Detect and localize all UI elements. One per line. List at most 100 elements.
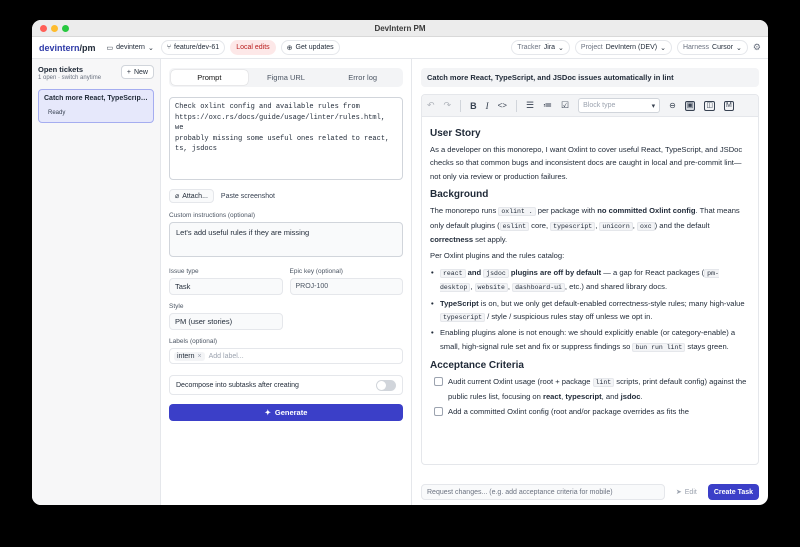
- bold-icon[interactable]: B: [470, 101, 477, 111]
- label-chip-text: intern: [177, 352, 195, 360]
- get-updates-label: Get updates: [295, 44, 334, 51]
- labels-placeholder: Add label...: [208, 352, 244, 360]
- chevron-down-icon: ▾: [651, 102, 656, 110]
- heading-user-story: User Story: [430, 128, 481, 139]
- gear-icon[interactable]: ⚙: [753, 42, 761, 53]
- paperclip-icon: ⌀: [175, 193, 180, 200]
- labels-label: Labels (optional): [169, 338, 218, 345]
- italic-icon[interactable]: I: [486, 101, 489, 111]
- ticket-title-field[interactable]: Catch more React, TypeScript, and JSDoc …: [421, 68, 759, 87]
- tab-prompt[interactable]: Prompt: [171, 70, 248, 85]
- edit-button[interactable]: ➤ Edit: [671, 488, 702, 497]
- checklist-icon[interactable]: ☑: [561, 100, 569, 111]
- link-icon[interactable]: ⊖: [669, 101, 676, 110]
- sparkle-icon: ✦: [264, 408, 271, 417]
- labels-input[interactable]: intern × Add label...: [169, 348, 403, 364]
- sidebar-subtitle: 1 open · switch anytime: [38, 75, 102, 81]
- block-type-placeholder: Block type: [583, 102, 616, 109]
- zoom-window-button[interactable]: [62, 25, 69, 32]
- background-list: react and jsdoc plugins are off by defau…: [430, 266, 750, 354]
- chevron-updown-icon: ⌄: [558, 44, 564, 52]
- checkbox[interactable]: [434, 377, 443, 387]
- code-icon[interactable]: <>: [498, 101, 507, 110]
- decompose-toggle[interactable]: [376, 379, 396, 391]
- list-item: react and jsdoc plugins are off by defau…: [430, 266, 750, 295]
- chevron-updown-icon: ⌄: [736, 44, 742, 52]
- harness-selector[interactable]: Harness Cursor ⌄: [676, 40, 748, 55]
- brand-logo: devintern/pm: [39, 43, 96, 53]
- edit-label: Edit: [684, 488, 697, 496]
- get-updates-button[interactable]: ⊕ Get updates: [280, 40, 340, 55]
- app-header: devintern/pm ▭ devintern ⌄ ⑂ feature/dev-61…: [32, 37, 768, 59]
- checklist-item: Add a committed Oxlint config (root and/…: [430, 405, 750, 418]
- create-task-button[interactable]: Create Task: [707, 484, 759, 500]
- window-controls: [40, 25, 69, 32]
- new-ticket-label: New: [133, 68, 148, 76]
- undo-icon[interactable]: ↶: [427, 100, 435, 111]
- style-select[interactable]: PM (user stories): [169, 313, 283, 330]
- paste-screenshot-button[interactable]: Paste screenshot: [221, 193, 275, 200]
- markdown-view-icon[interactable]: M: [724, 100, 734, 111]
- branch-name: feature/dev-61: [174, 44, 220, 51]
- brand-name: devintern: [39, 42, 80, 53]
- bullet-list-icon[interactable]: ☰: [526, 100, 534, 111]
- custom-instructions-field[interactable]: Let's add useful rules if they are missi…: [169, 222, 403, 257]
- split-view-icon[interactable]: ◫: [704, 100, 716, 111]
- local-edits-badge[interactable]: Local edits: [230, 40, 276, 55]
- heading-acceptance-criteria: Acceptance Criteria: [430, 360, 524, 372]
- project-selector[interactable]: Project DevIntern (DEV) ⌄: [574, 40, 672, 55]
- issue-type-select[interactable]: Task: [169, 278, 283, 295]
- generate-label: Generate: [274, 408, 308, 417]
- list-item: TypeScript is on, but we only get defaul…: [430, 297, 750, 325]
- tracker-label: Tracker: [517, 44, 541, 51]
- repo-selector[interactable]: ▭ devintern ⌄: [104, 40, 156, 55]
- project-value: DevIntern (DEV): [605, 44, 658, 51]
- rich-view-icon[interactable]: ▣: [684, 100, 696, 111]
- decompose-label: Decompose into subtasks after creating: [176, 381, 299, 389]
- ticket-title: Catch more React, TypeScript, and JSDoc …: [44, 95, 148, 102]
- label-chip: intern ×: [174, 351, 205, 361]
- numbered-list-icon[interactable]: ≔: [543, 100, 552, 111]
- repo-name: devintern: [116, 44, 145, 51]
- tab-figma-url[interactable]: Figma URL: [248, 70, 325, 85]
- send-icon: ➤: [675, 489, 682, 496]
- branch-icon: ⑂: [166, 44, 172, 51]
- list-item: Enabling plugins alone is not enough: we…: [430, 326, 750, 354]
- chevron-updown-icon: ⌄: [660, 44, 666, 52]
- tracker-value: Jira: [543, 44, 556, 51]
- block-type-select[interactable]: Block type ▾: [578, 98, 661, 113]
- generate-button[interactable]: ✦ Generate: [169, 404, 403, 421]
- ticket-form: Prompt Figma URL Error log Check oxlint …: [161, 59, 412, 505]
- tracker-selector[interactable]: Tracker Jira ⌄: [511, 40, 570, 55]
- tickets-sidebar: Open tickets 1 open · switch anytime + Ne…: [32, 59, 161, 505]
- attach-button[interactable]: ⌀ Attach...: [169, 189, 214, 203]
- prompt-textarea[interactable]: Check oxlint config and available rules …: [169, 97, 403, 180]
- remove-label-icon[interactable]: ×: [198, 353, 202, 360]
- close-window-button[interactable]: [40, 25, 47, 32]
- request-changes-input[interactable]: Request changes... (e.g. add acceptance …: [421, 484, 665, 500]
- heading-background: Background: [430, 189, 489, 201]
- user-story-paragraph: As a developer on this monorepo, I want …: [430, 145, 743, 181]
- editor-content[interactable]: User Story As a developer on this monore…: [422, 117, 758, 426]
- decompose-row: Decompose into subtasks after creating: [169, 375, 403, 395]
- branch-selector[interactable]: ⑂ feature/dev-61: [160, 40, 226, 55]
- folder-icon: ▭: [106, 44, 114, 52]
- epic-key-input[interactable]: PROJ-100: [289, 278, 403, 295]
- app-window: DevIntern PM devintern/pm ▭ devintern ⌄ ⑂ f…: [32, 20, 768, 505]
- tab-error-log[interactable]: Error log: [324, 70, 401, 85]
- ticket-item[interactable]: Catch more React, TypeScript, and JSDoc …: [38, 89, 154, 123]
- harness-label: Harness: [682, 44, 710, 51]
- harness-value: Cursor: [712, 44, 734, 51]
- brand-suffix: /pm: [79, 42, 96, 53]
- background-paragraph: The monorepo runs oxlint . per package w…: [430, 206, 740, 245]
- ticket-status: Ready: [48, 110, 66, 116]
- title-bar: DevIntern PM: [32, 20, 768, 37]
- redo-icon[interactable]: ↷: [444, 100, 452, 111]
- source-tabs: Prompt Figma URL Error log: [169, 68, 403, 87]
- checklist-item: Audit current Oxlint usage (root + packa…: [430, 375, 750, 403]
- minimize-window-button[interactable]: [51, 25, 58, 32]
- new-ticket-button[interactable]: + New: [120, 65, 154, 79]
- ticket-preview: Catch more React, TypeScript, and JSDoc …: [412, 59, 768, 505]
- editor-toolbar: ↶ ↷ B I <> ☰ ≔ ☑ Block type ▾ ⊖ ▣ ◫ M: [422, 95, 758, 117]
- checkbox[interactable]: [434, 407, 443, 417]
